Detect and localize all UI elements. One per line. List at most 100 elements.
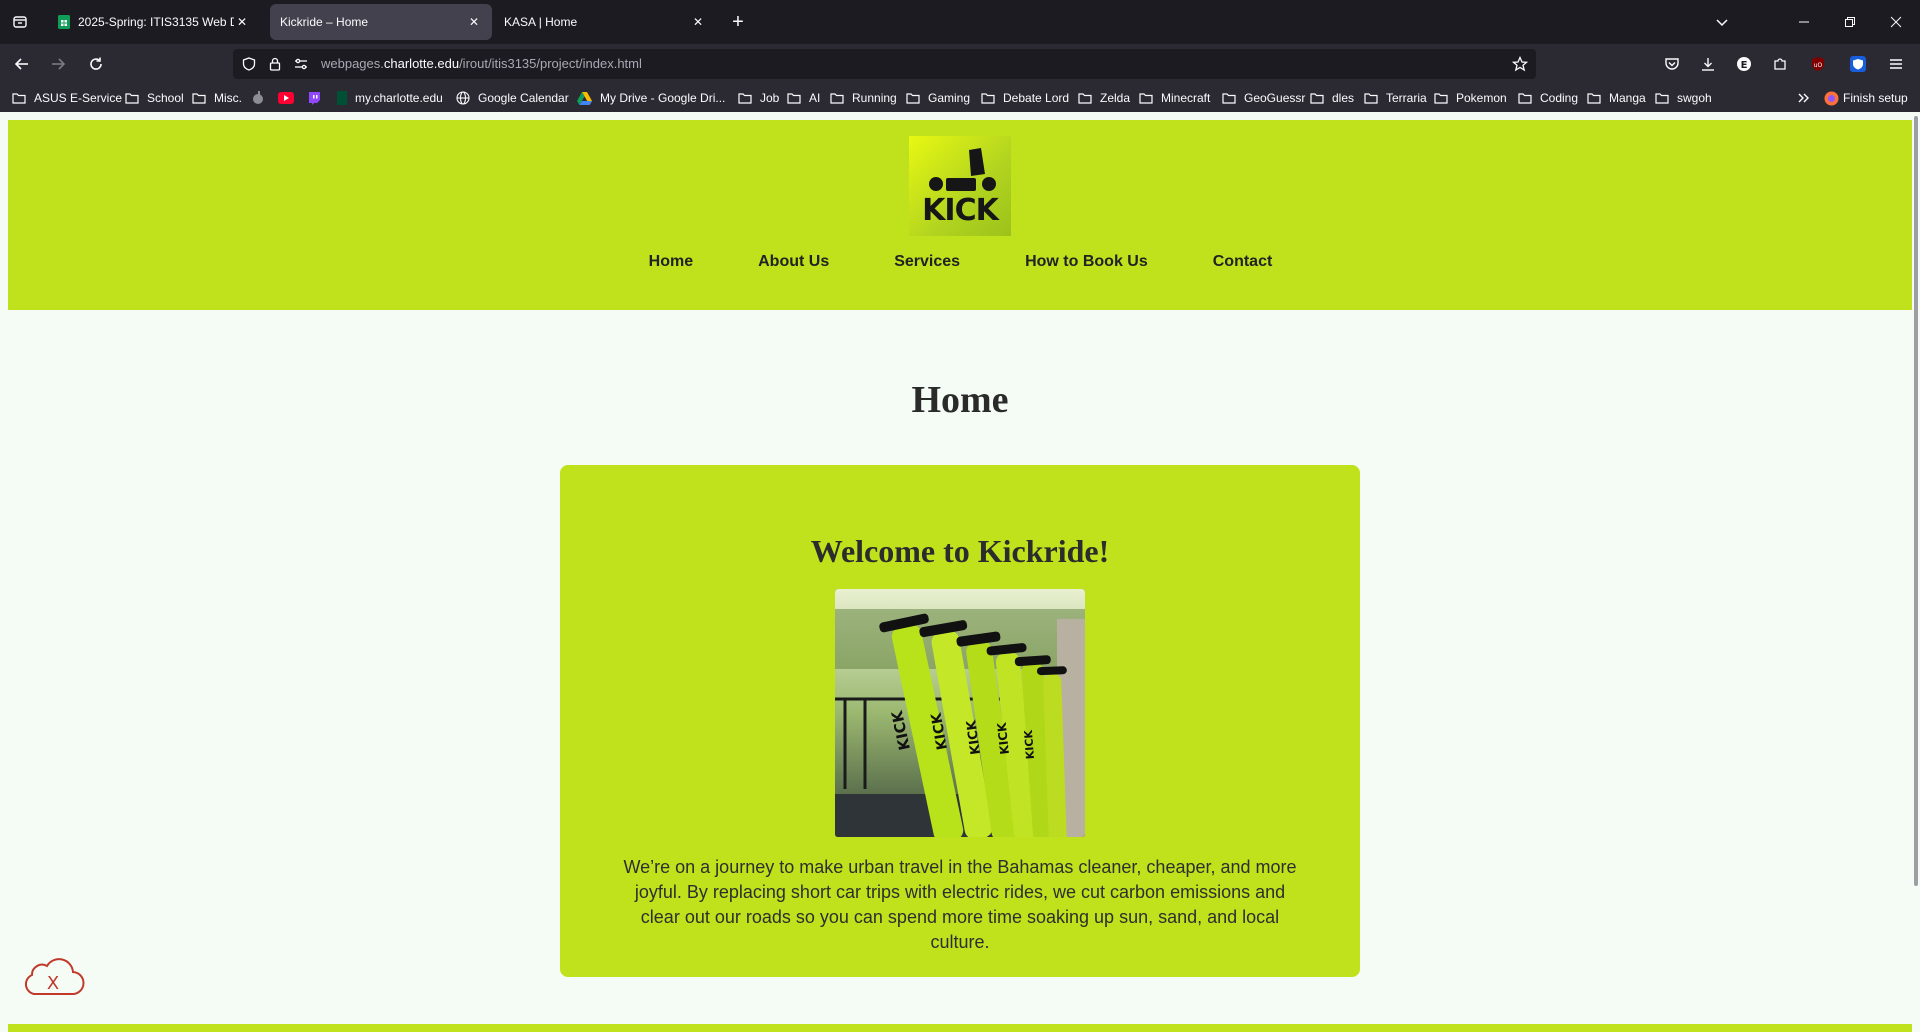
bookmark-ai[interactable]: AI xyxy=(787,84,820,112)
bookmark-label: Misc. xyxy=(214,91,242,105)
bookmark-running[interactable]: Running xyxy=(830,84,897,112)
folder-icon xyxy=(1364,92,1382,104)
google-drive-icon xyxy=(577,91,596,105)
extensions-puzzle-icon[interactable] xyxy=(1768,52,1792,76)
bookmark-pokemon[interactable]: Pokemon xyxy=(1434,84,1507,112)
nav-contact[interactable]: Contact xyxy=(1212,253,1273,271)
bookmark-label: Running xyxy=(852,91,897,105)
tab-bar: 2025-Spring: ITIS3135 Web Dev ✕ Kickride… xyxy=(0,0,1920,44)
bookmark-label: Manga xyxy=(1609,91,1646,105)
folder-icon xyxy=(1434,92,1452,104)
bookmark-my-charlotte-edu[interactable]: my.charlotte.edu xyxy=(337,84,443,112)
bookmarks-overflow-icon[interactable] xyxy=(1794,88,1814,108)
bookmark-job[interactable]: Job xyxy=(738,84,779,112)
back-arrow-icon[interactable] xyxy=(10,52,34,76)
bookmark-school[interactable]: School xyxy=(125,84,184,112)
bookmark-label: My Drive - Google Dri... xyxy=(600,91,726,105)
bookmark-label: Gaming xyxy=(928,91,971,105)
bookmark-my-drive-google-dri[interactable]: My Drive - Google Dri... xyxy=(577,84,725,112)
folder-icon xyxy=(1139,92,1157,104)
bookmark-youtube[interactable] xyxy=(278,84,302,112)
nav-home[interactable]: Home xyxy=(648,253,693,271)
close-tab-icon[interactable]: ✕ xyxy=(690,14,706,30)
bookmark-label: Debate Lord xyxy=(1003,91,1070,105)
tab-title: Kickride – Home xyxy=(280,15,369,29)
tab-title: KASA | Home xyxy=(504,15,578,29)
bookmark-label: Coding xyxy=(1540,91,1579,105)
bookmark-coding[interactable]: Coding xyxy=(1518,84,1578,112)
bookmark-label: Terraria xyxy=(1386,91,1427,105)
lock-icon[interactable] xyxy=(265,54,285,74)
cloud-x-icon[interactable]: X xyxy=(20,954,86,1001)
bookmark-asus-e-service[interactable]: ASUS E-Service xyxy=(12,84,122,112)
bookmark-label: ASUS E-Service xyxy=(34,91,123,105)
extension-e-icon[interactable]: E xyxy=(1732,52,1756,76)
close-tab-icon[interactable]: ✕ xyxy=(466,14,482,30)
bookmark-google-calendar[interactable]: Google Calendar xyxy=(456,84,569,112)
url-bar[interactable]: webpages.charlotte.edu/irout/itis3135/pr… xyxy=(233,49,1536,79)
tab-itis3135[interactable]: 2025-Spring: ITIS3135 Web Dev ✕ xyxy=(46,4,260,40)
bookmark-minecraft[interactable]: Minecraft xyxy=(1139,84,1210,112)
minimize-icon[interactable] xyxy=(1792,10,1816,34)
reload-icon[interactable] xyxy=(84,52,108,76)
finish-setup-label: Finish setup xyxy=(1843,91,1908,105)
url-text[interactable]: webpages.charlotte.edu/irout/itis3135/pr… xyxy=(321,49,642,79)
folder-icon xyxy=(12,92,30,104)
folder-icon xyxy=(1222,92,1240,104)
welcome-paragraph: We’re on a journey to make urban travel … xyxy=(623,857,1297,952)
svg-text:uO: uO xyxy=(1814,62,1823,69)
bitwarden-icon[interactable] xyxy=(1846,52,1870,76)
finish-setup-button[interactable]: Finish setup xyxy=(1824,84,1908,112)
bookmark-star-icon[interactable] xyxy=(1510,54,1530,74)
google-sheets-icon xyxy=(58,15,70,29)
tab-kasa-home[interactable]: KASA | Home ✕ xyxy=(494,4,716,40)
downloads-icon[interactable] xyxy=(1696,52,1720,76)
nav-how-to-book-us[interactable]: How to Book Us xyxy=(1024,253,1148,271)
scooter-photo: KICK KICK KICK KICK KICK xyxy=(835,589,1085,837)
close-tab-icon[interactable]: ✕ xyxy=(234,14,250,30)
folder-icon xyxy=(906,92,924,104)
tab-overflow-chevron-icon[interactable] xyxy=(1710,10,1734,34)
tab-title: 2025-Spring: ITIS3135 Web Dev xyxy=(78,15,234,29)
tab-list-icon[interactable] xyxy=(8,10,32,34)
welcome-title: Welcome to Kickride! xyxy=(810,533,1110,569)
svg-text:E: E xyxy=(1741,60,1748,71)
tab-kickride-home[interactable]: Kickride – Home ✕ xyxy=(270,4,492,40)
nav-services[interactable]: Services xyxy=(893,253,960,271)
restore-icon[interactable] xyxy=(1838,10,1862,34)
bookmark-terraria[interactable]: Terraria xyxy=(1364,84,1427,112)
page-scrollbar[interactable] xyxy=(1914,116,1918,886)
nav-about-us[interactable]: About Us xyxy=(757,253,829,271)
bookmark-label: School xyxy=(147,91,184,105)
bookmark-manga[interactable]: Manga xyxy=(1587,84,1646,112)
bookmark-label: Google Calendar xyxy=(478,91,569,105)
bookmark-dles[interactable]: dles xyxy=(1310,84,1354,112)
bookmark-debate-lord[interactable]: Debate Lord xyxy=(981,84,1069,112)
apple-icon xyxy=(252,91,268,105)
forward-arrow-icon[interactable] xyxy=(46,52,70,76)
bookmark-label: Job xyxy=(760,91,780,105)
bookmark-geoguessr[interactable]: GeoGuessr xyxy=(1222,84,1305,112)
tracking-shield-icon[interactable] xyxy=(239,54,259,74)
pocket-icon[interactable] xyxy=(1660,52,1684,76)
bookmark-label: dles xyxy=(1332,91,1355,105)
app-menu-icon[interactable] xyxy=(1884,52,1908,76)
bookmark-twitch[interactable] xyxy=(307,84,329,112)
bookmarks-toolbar: ASUS E-Service School Misc. my.charlotte.ed… xyxy=(0,84,1920,112)
bookmark-label: Zelda xyxy=(1100,91,1131,105)
bookmark-misc[interactable]: Misc. xyxy=(192,84,242,112)
folder-icon xyxy=(830,92,848,104)
ublock-origin-icon[interactable]: uO xyxy=(1806,52,1830,76)
site-header: KICK Home About Us Services How to Book … xyxy=(8,120,1912,310)
close-window-icon[interactable] xyxy=(1884,10,1908,34)
bookmark-label: swgoh xyxy=(1677,91,1712,105)
bookmark-label: Pokemon xyxy=(1456,91,1507,105)
bookmark-gaming[interactable]: Gaming xyxy=(906,84,970,112)
new-tab-icon[interactable]: + xyxy=(726,10,750,34)
kick-logo[interactable]: KICK xyxy=(909,136,1011,236)
bookmark-apple[interactable] xyxy=(252,84,272,112)
bookmark-zelda[interactable]: Zelda xyxy=(1078,84,1130,112)
permissions-icon[interactable] xyxy=(291,54,311,74)
folder-icon xyxy=(1518,92,1536,104)
bookmark-swgoh[interactable]: swgoh xyxy=(1655,84,1712,112)
